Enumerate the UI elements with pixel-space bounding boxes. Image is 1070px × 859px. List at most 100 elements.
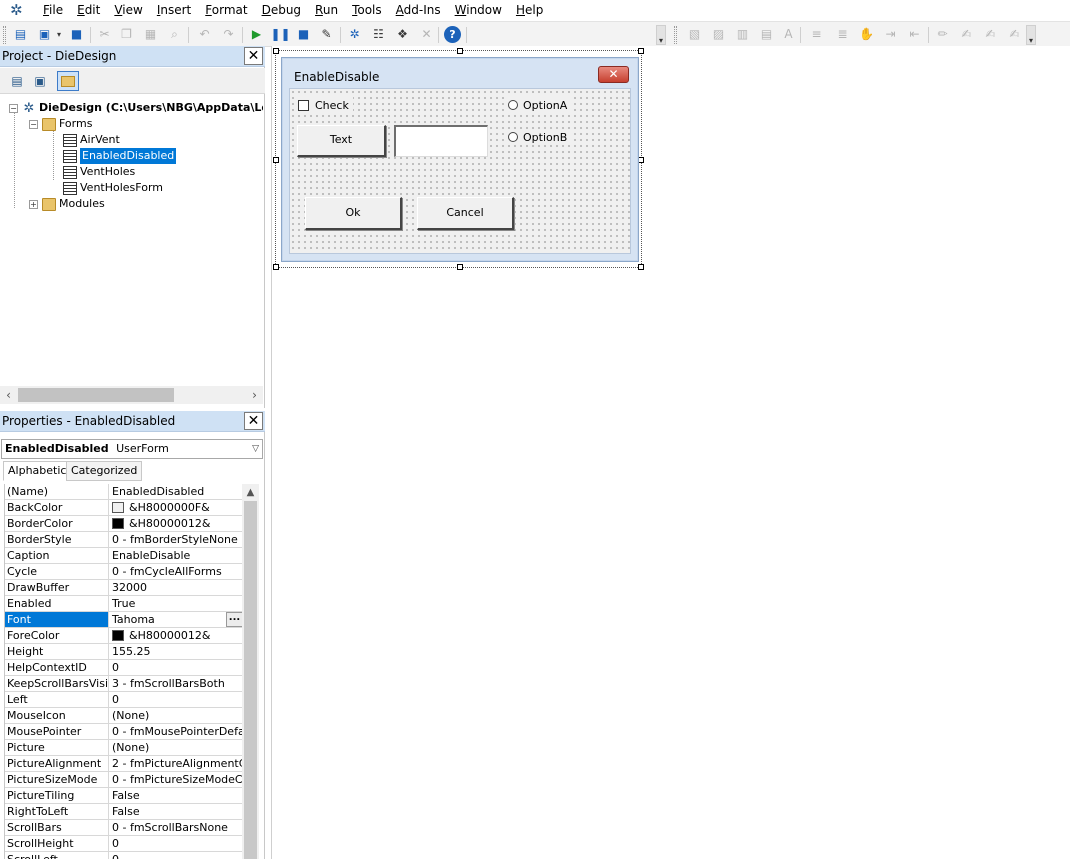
center-icon[interactable]: ≣	[834, 26, 851, 43]
tab-categorized[interactable]: Categorized	[66, 461, 143, 481]
property-row[interactable]: ScrollLeft0	[5, 852, 242, 859]
expand-icon[interactable]: +	[29, 199, 38, 209]
menu-format[interactable]: Format	[198, 1, 254, 19]
property-value[interactable]: &H80000012&	[110, 628, 242, 643]
bookmark-icon[interactable]: ✍	[1006, 26, 1023, 43]
userform-close-button[interactable]: ✕	[598, 66, 629, 83]
property-value[interactable]: EnableDisable	[110, 548, 242, 563]
resize-handle[interactable]	[273, 48, 279, 54]
property-row[interactable]: Font Tahoma...	[5, 612, 242, 628]
tree-node-modules-folder[interactable]: + Modules	[29, 196, 105, 212]
text-button[interactable]: Text	[297, 125, 386, 157]
resize-handle[interactable]	[638, 264, 644, 270]
align-icon[interactable]: ≡	[808, 26, 825, 43]
property-value[interactable]: 155.25	[110, 644, 242, 659]
view-code-icon[interactable]: ▤	[6, 71, 28, 91]
view-object-icon[interactable]: ▣	[29, 71, 51, 91]
property-value[interactable]: 32000	[110, 580, 242, 595]
property-row[interactable]: MousePointer0 - fmMousePointerDefault	[5, 724, 242, 740]
tree-node-form[interactable]: VentHoles	[63, 164, 135, 180]
menu-debug[interactable]: Debug	[255, 1, 308, 19]
tree-node-form[interactable]: EnabledDisabled	[63, 148, 177, 164]
property-row[interactable]: Picture (None)	[5, 740, 242, 756]
property-value[interactable]: 0	[110, 852, 242, 859]
resize-handle[interactable]	[273, 264, 279, 270]
property-row[interactable]: BorderColor &H80000012&	[5, 516, 242, 532]
help-icon[interactable]: ?	[444, 26, 461, 43]
userform-window[interactable]: EnableDisable ✕ Check OptionA OptionB Te…	[281, 57, 639, 262]
property-value[interactable]: &H8000000F&	[110, 500, 242, 515]
property-row[interactable]: KeepScrollBarsVisible3 - fmScrollBarsBot…	[5, 676, 242, 692]
menu-run[interactable]: Run	[308, 1, 345, 19]
toolbar-options-chevron-icon[interactable]: ▾	[1026, 25, 1036, 45]
tree-node-form[interactable]: AirVent	[63, 132, 120, 148]
property-row[interactable]: ScrollBars 0 - fmScrollBarsNone	[5, 820, 242, 836]
ok-button[interactable]: Ok	[305, 197, 402, 230]
paste-icon[interactable]: ▦	[142, 26, 159, 43]
zoom-icon[interactable]: ✋	[858, 26, 875, 43]
menu-tools[interactable]: Tools	[345, 1, 389, 19]
scroll-left-icon[interactable]: ‹	[0, 386, 17, 404]
indent-icon[interactable]: ⇥	[882, 26, 899, 43]
uncomment-block-icon[interactable]: ✍	[982, 26, 999, 43]
property-value[interactable]: 0 - fmCycleAllForms	[110, 564, 242, 579]
property-value[interactable]: True	[110, 596, 242, 611]
undo-icon[interactable]: ↶	[196, 26, 213, 43]
property-row[interactable]: ScrollHeight 0	[5, 836, 242, 852]
redo-icon[interactable]: ↷	[220, 26, 237, 43]
make-same-size-icon[interactable]: A	[780, 26, 797, 43]
property-row[interactable]: BorderStyle 0 - fmBorderStyleNone	[5, 532, 242, 548]
property-value[interactable]: False	[110, 804, 242, 819]
collapse-icon[interactable]: −	[29, 119, 38, 129]
property-row[interactable]: DrawBuffer 32000	[5, 580, 242, 596]
menu-window[interactable]: Window	[448, 1, 509, 19]
resize-handle[interactable]	[273, 157, 279, 163]
property-row[interactable]: PictureAlignment2 - fmPictureAlignmentCe…	[5, 756, 242, 772]
toolbar-grip-icon[interactable]	[674, 26, 677, 44]
close-icon[interactable]: ✕	[244, 47, 263, 65]
menu-help[interactable]: Help	[509, 1, 550, 19]
property-value[interactable]: EnabledDisabled	[110, 484, 242, 499]
resize-handle[interactable]	[457, 264, 463, 270]
ellipsis-button[interactable]: ...	[226, 612, 242, 627]
property-row[interactable]: PictureTiling False	[5, 788, 242, 804]
property-row[interactable]: BackColor &H8000000F&	[5, 500, 242, 516]
copy-icon[interactable]: ❐	[118, 26, 135, 43]
property-row[interactable]: HelpContextID 0	[5, 660, 242, 676]
scroll-thumb[interactable]	[18, 388, 174, 402]
property-row[interactable]: RightToLeft False	[5, 804, 242, 820]
menu-insert[interactable]: Insert	[150, 1, 198, 19]
scroll-up-icon[interactable]: ▲	[242, 484, 259, 501]
text-input[interactable]	[394, 125, 488, 157]
property-row[interactable]: Enabled True	[5, 596, 242, 612]
property-value[interactable]: 0 - fmPictureSizeModeClip	[110, 772, 242, 787]
break-icon[interactable]: ❚❚	[270, 26, 290, 43]
property-value[interactable]: 3 - fmScrollBarsBoth	[110, 676, 242, 691]
cut-icon[interactable]: ✂	[96, 26, 113, 43]
insert-userform-icon[interactable]: ▣	[36, 26, 53, 43]
tree-node-project[interactable]: − ✲ DieDesign (C:\Users\NBG\AppData\Loc	[9, 100, 263, 116]
toolbar-options-chevron-icon[interactable]: ▾	[656, 25, 666, 45]
object-selector-combo[interactable]: EnabledDisabled UserForm ▽	[1, 439, 263, 459]
property-value[interactable]: 0 - fmMousePointerDefault	[110, 724, 242, 739]
bring-to-front-icon[interactable]: ▧	[686, 26, 703, 43]
property-row[interactable]: MouseIcon (None)	[5, 708, 242, 724]
view-excel-icon[interactable]: ▤	[12, 26, 29, 43]
option-b-radio[interactable]: OptionB	[508, 129, 572, 145]
insert-dropdown-icon[interactable]: ▾	[54, 26, 64, 43]
close-icon[interactable]: ✕	[244, 412, 263, 430]
property-row[interactable]: Height 155.25	[5, 644, 242, 660]
toggle-folders-icon[interactable]	[57, 71, 79, 91]
property-value[interactable]: 0	[110, 660, 242, 675]
property-value[interactable]: 0	[110, 692, 242, 707]
resize-handle[interactable]	[638, 48, 644, 54]
scroll-thumb[interactable]	[244, 501, 257, 859]
design-mode-icon[interactable]: ✎	[318, 26, 335, 43]
check-checkbox[interactable]: Check	[298, 97, 353, 113]
properties-vertical-scrollbar[interactable]: ▲	[242, 484, 259, 859]
cancel-button[interactable]: Cancel	[417, 197, 514, 230]
find-icon[interactable]: ⌕	[166, 26, 183, 43]
property-row[interactable]: Left 0	[5, 692, 242, 708]
save-icon[interactable]: ■	[68, 26, 85, 43]
property-row[interactable]: Caption EnableDisable	[5, 548, 242, 564]
